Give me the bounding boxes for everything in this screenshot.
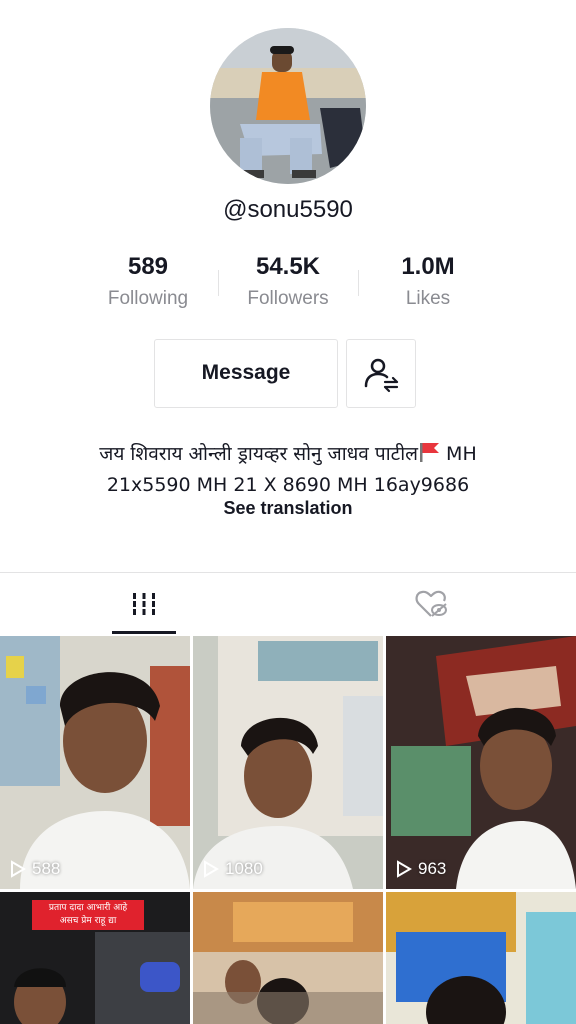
banner-line2: असच प्रेम राहू द्या xyxy=(59,916,117,926)
video-thumbnail[interactable] xyxy=(386,892,576,1024)
bio-line2: 21x5590 MH 21 X 8690 MH 16ay9686 xyxy=(106,474,470,496)
tab-videos[interactable] xyxy=(112,573,176,635)
view-count-text: 588 xyxy=(32,859,61,878)
bio-line1: जय शिवराय ओन्ली ड्रायव्हर सोनु जाधव पाटी… xyxy=(99,443,419,465)
liked-hidden-icon xyxy=(415,590,447,617)
view-count: 588 xyxy=(10,859,60,879)
active-tab-indicator xyxy=(112,631,176,634)
grid-icon xyxy=(131,593,157,615)
video-grid: 588 1080 963 प्रताप दादा आभारी आहे असच प… xyxy=(0,636,576,1024)
video-thumbnail-image xyxy=(193,892,383,1024)
video-thumbnail-image xyxy=(0,636,190,889)
profile-bio: जय शिवराय ओन्ली ड्रायव्हर सोनु जाधव पाटी… xyxy=(20,440,556,500)
view-count: 1080 xyxy=(203,859,263,879)
video-thumbnail[interactable]: 963 xyxy=(386,636,576,889)
bio-line1-suffix: MH xyxy=(440,443,477,465)
video-banner: प्रताप दादा आभारी आहे असच प्रेम राहू द्य… xyxy=(32,900,144,930)
following-label: Following xyxy=(107,288,189,309)
profile-avatar[interactable] xyxy=(210,28,366,184)
see-translation-link[interactable]: See translation xyxy=(0,498,576,519)
profile-stats: 589 Following 54.5K Followers 1.0M Likes xyxy=(0,250,576,320)
banner-line1: प्रताप दादा आभारी आहे xyxy=(48,903,128,913)
video-thumbnail-image xyxy=(386,892,576,1024)
tabs-divider xyxy=(0,572,576,573)
following-count: 589 xyxy=(127,253,169,280)
video-thumbnail[interactable]: 1080 xyxy=(193,636,383,889)
stat-likes[interactable]: 1.0M Likes xyxy=(358,250,498,314)
video-thumbnail-image xyxy=(193,636,383,889)
likes-count: 1.0M xyxy=(401,253,455,280)
play-icon xyxy=(397,860,412,878)
video-thumbnail-image xyxy=(386,636,576,889)
view-count-text: 1080 xyxy=(225,859,263,878)
view-count: 963 xyxy=(396,859,446,879)
followers-label: Followers xyxy=(247,288,329,309)
play-icon xyxy=(11,860,26,878)
video-thumbnail[interactable] xyxy=(193,892,383,1024)
stat-following[interactable]: 589 Following xyxy=(78,250,218,314)
tab-liked[interactable] xyxy=(400,573,464,635)
message-button[interactable]: Message xyxy=(154,339,338,408)
view-count-text: 963 xyxy=(418,859,447,878)
followers-count: 54.5K xyxy=(255,253,321,280)
video-thumbnail[interactable]: प्रताप दादा आभारी आहे असच प्रेम राहू द्य… xyxy=(0,892,190,1024)
follow-options-button[interactable] xyxy=(346,339,416,408)
stat-followers[interactable]: 54.5K Followers xyxy=(218,250,358,314)
red-flag-icon xyxy=(418,442,440,471)
avatar-photo xyxy=(210,28,366,184)
likes-label: Likes xyxy=(405,288,451,309)
user-switch-icon xyxy=(364,358,399,392)
username: @sonu5590 xyxy=(223,196,353,223)
play-icon xyxy=(204,860,219,878)
video-thumbnail[interactable]: 588 xyxy=(0,636,190,889)
